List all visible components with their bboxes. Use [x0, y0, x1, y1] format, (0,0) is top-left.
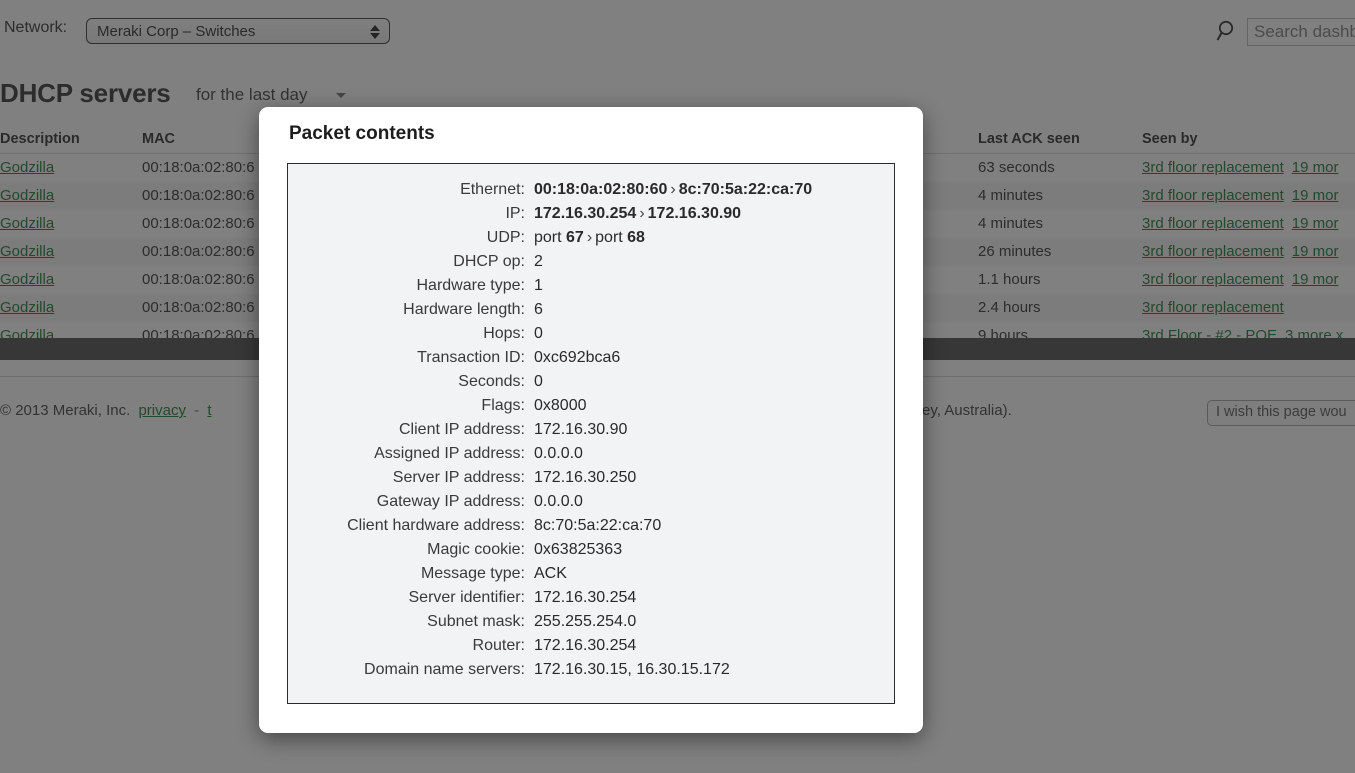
packet-field-row: Hardware type: 1 [288, 274, 894, 298]
packet-field-value: 0 [534, 325, 543, 342]
packet-field-value: ACK [534, 565, 567, 582]
packet-field-label: Seconds: [458, 373, 525, 390]
packet-field-label: Flags: [481, 397, 525, 414]
packet-field-label: Assigned IP address: [374, 445, 525, 462]
packet-field-row: Client IP address: 172.16.30.90 [288, 418, 894, 442]
packet-field-value: 2 [534, 253, 543, 270]
packet-field-row: Gateway IP address: 0.0.0.0 [288, 490, 894, 514]
packet-field-label: Hardware length: [403, 301, 525, 318]
packet-field-row: Router: 172.16.30.254 [288, 634, 894, 658]
packet-field-label: IP: [505, 205, 525, 222]
packet-field-label: Subnet mask: [427, 613, 525, 630]
packet-field-value: 0.0.0.0 [534, 493, 583, 510]
packet-field-row: Transaction ID: 0xc692bca6 [288, 346, 894, 370]
packet-field-row: Server IP address: 172.16.30.250 [288, 466, 894, 490]
packet-field-row: Flags: 0x8000 [288, 394, 894, 418]
packet-field-row: Assigned IP address: 0.0.0.0 [288, 442, 894, 466]
packet-field-label: UDP: [486, 229, 525, 246]
packet-field-value: 6 [534, 301, 543, 318]
packet-field-row: Subnet mask: 255.255.254.0 [288, 610, 894, 634]
packet-field-value: 172.16.30.15, 16.30.15.172 [534, 661, 730, 678]
packet-field-value: 0xc692bca6 [534, 349, 621, 366]
packet-field-label: Transaction ID: [417, 349, 525, 366]
packet-field-label: Client hardware address: [347, 517, 525, 534]
packet-field-label: Server IP address: [392, 469, 525, 486]
packet-field-value: 172.16.30.254 [534, 589, 637, 606]
packet-field-value: 00:18:0a:02:80:60 › 8c:70:5a:22:ca:70 [534, 181, 813, 198]
packet-field-label: Router: [472, 637, 525, 654]
packet-field-row: IP: 172.16.30.254 › 172.16.30.90 [288, 202, 894, 226]
packet-field-row: Message type: ACK [288, 562, 894, 586]
packet-field-label: Hardware type: [416, 277, 526, 294]
packet-field-row: Ethernet: 00:18:0a:02:80:60 › 8c:70:5a:22:c… [288, 178, 894, 202]
packet-field-value: 0x63825363 [534, 541, 623, 558]
packet-field-row: Magic cookie: 0x63825363 [288, 538, 894, 562]
packet-field-row: Domain name servers: 172.16.30.15, 16.30.… [288, 658, 894, 682]
packet-field-label: Hops: [483, 325, 525, 342]
packet-field-label: Client IP address: [399, 421, 525, 438]
packet-field-label: Magic cookie: [427, 541, 525, 558]
packet-field-row: DHCP op: 2 [288, 250, 894, 274]
packet-field-row: Seconds: 0 [288, 370, 894, 394]
packet-field-label: Ethernet: [460, 181, 525, 198]
packet-field-value: 172.16.30.90 [534, 421, 628, 438]
packet-field-value: 8c:70:5a:22:ca:70 [534, 517, 662, 534]
packet-field-value: 172.16.30.254 › 172.16.30.90 [534, 205, 742, 222]
packet-field-label: Domain name servers: [364, 661, 525, 678]
packet-field-row: Client hardware address: 8c:70:5a:22:ca:7… [288, 514, 894, 538]
packet-field-row: Hops: 0 [288, 322, 894, 346]
packet-field-label: DHCP op: [453, 253, 525, 270]
packet-field-value: 172.16.30.250 [534, 469, 637, 486]
packet-field-value: 255.255.254.0 [534, 613, 637, 630]
packet-field-value: 172.16.30.254 [534, 637, 637, 654]
dialog-title: Packet contents [289, 123, 435, 144]
packet-field-row: UDP: port 67 › port 68 [288, 226, 894, 250]
packet-field-row: Hardware length: 6 [288, 298, 894, 322]
packet-field-value: 0x8000 [534, 397, 587, 414]
packet-field-value: port 67 › port 68 [534, 229, 645, 246]
packet-field-label: Gateway IP address: [376, 493, 525, 510]
packet-contents-dialog: Packet contents Ethernet: 00:18:0a:02:80:… [259, 107, 923, 733]
packet-field-label: Message type: [420, 565, 525, 582]
packet-field-label: Server identifier: [408, 589, 526, 606]
packet-details-box: Ethernet: 00:18:0a:02:80:60 › 8c:70:5a:22:c… [287, 163, 895, 704]
packet-field-value: 0.0.0.0 [534, 445, 583, 462]
packet-field-row: Server identifier: 172.16.30.254 [288, 586, 894, 610]
packet-field-value: 1 [534, 277, 543, 294]
packet-field-value: 0 [534, 373, 543, 390]
